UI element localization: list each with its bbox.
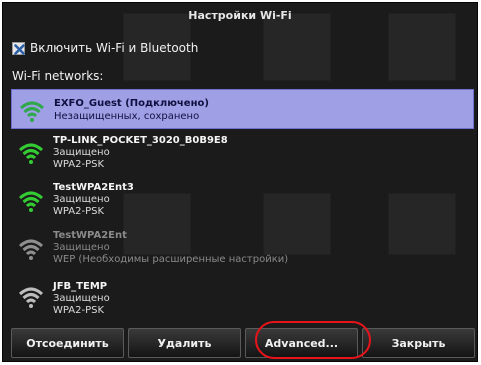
network-name: TestWPA2Ent (53, 230, 127, 241)
network-item[interactable]: EXFO_Guest (Подключено) Незащищенных, со… (11, 89, 474, 129)
network-security: Защищено (53, 242, 110, 253)
network-security: Защищено (53, 194, 110, 205)
network-name: JFB_TEMP (53, 281, 108, 292)
network-status: Незащищенных, сохранено (54, 111, 200, 122)
wifi-signal-icon (19, 101, 45, 122)
network-security: Защищено (53, 293, 110, 304)
network-security: Защищено (53, 147, 110, 158)
dialog-title: Настройки Wi-Fi (188, 9, 292, 22)
networks-section-label: Wi-Fi networks: (12, 69, 104, 83)
network-item[interactable]: TestWPA2Ent3 Защищено WPA2-PSK (11, 177, 474, 225)
wifi-settings-dialog: Настройки Wi-Fi Включить Wi-Fi и Bluetoo… (2, 2, 478, 362)
network-encryption: WPA2-PSK (53, 159, 105, 170)
network-name: EXFO_Guest (Подключено) (54, 98, 209, 109)
checkbox-icon[interactable] (12, 41, 25, 55)
wifi-signal-icon (18, 287, 44, 308)
advanced-button[interactable]: Advanced... (245, 328, 358, 358)
disconnect-button[interactable]: Отсоединить (11, 328, 124, 358)
wifi-bluetooth-toggle[interactable]: Включить Wi-Fi и Bluetooth (12, 41, 198, 55)
network-name: TestWPA2Ent3 (53, 182, 134, 193)
toggle-label: Включить Wi-Fi и Bluetooth (30, 41, 199, 55)
network-encryption: WEP (Необходимы расширенные настройки) (53, 254, 289, 265)
network-list[interactable]: EXFO_Guest (Подключено) Незащищенных, со… (11, 89, 474, 321)
network-item[interactable]: TestWPA2Ent Защищено WEP (Необходимы рас… (11, 225, 474, 273)
wifi-signal-icon (18, 191, 44, 212)
background-tile (263, 13, 331, 81)
button-bar: Отсоединить Удалить Advanced... Закрыть (11, 328, 475, 358)
wifi-signal-icon (18, 239, 44, 260)
network-encryption: WPA2-PSK (53, 206, 105, 217)
network-encryption: WPA2-PSK (53, 305, 105, 316)
close-button[interactable]: Закрыть (362, 328, 475, 358)
network-name: TP-LINK_POCKET_3020_B0B9E8 (53, 135, 228, 146)
background-tile (388, 13, 456, 81)
network-item[interactable]: TP-LINK_POCKET_3020_B0B9E8 Защищено WPA2… (11, 129, 474, 177)
wifi-signal-icon (18, 143, 44, 164)
delete-button[interactable]: Удалить (128, 328, 241, 358)
network-item[interactable]: JFB_TEMP Защищено WPA2-PSK (11, 273, 474, 319)
